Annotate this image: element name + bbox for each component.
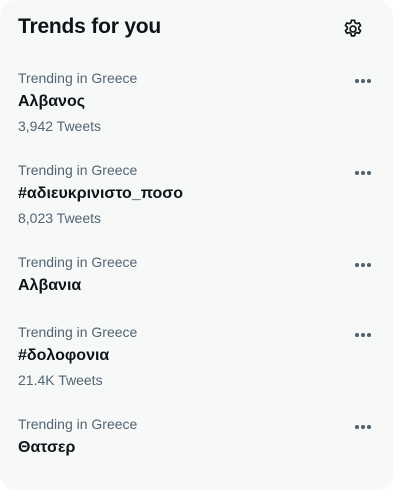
trend-item[interactable]: Trending in Greece Αλβανια: [0, 242, 393, 312]
more-button[interactable]: [350, 325, 376, 345]
trend-item[interactable]: Trending in Greece Θατσερ: [0, 404, 393, 474]
trend-tweet-count: 21.4K Tweets: [18, 372, 103, 388]
gear-icon: [344, 19, 362, 37]
trend-item[interactable]: Trending in Greece #αδιευκρινιστο_ποσο 8…: [0, 150, 393, 242]
more-button[interactable]: [350, 163, 376, 183]
more-horizontal-icon: [355, 333, 359, 337]
trend-name: Αλβανια: [18, 277, 82, 294]
trend-context: Trending in Greece: [18, 70, 138, 86]
more-button[interactable]: [350, 417, 376, 437]
trend-item[interactable]: Trending in Greece #δολοφονια 21.4K Twee…: [0, 312, 393, 404]
more-horizontal-icon: [355, 171, 359, 175]
more-button[interactable]: [350, 255, 376, 275]
trend-name: Αλβανος: [18, 93, 86, 110]
trend-tweet-count: 8,023 Tweets: [18, 210, 102, 226]
trends-title: Trends for you: [18, 15, 162, 38]
trend-context: Trending in Greece: [18, 416, 138, 432]
trend-context: Trending in Greece: [18, 162, 138, 178]
trend-tweet-count: 3,942 Tweets: [18, 118, 102, 134]
trend-name: #αδιευκρινιστο_ποσο: [18, 185, 184, 202]
trend-context: Trending in Greece: [18, 324, 138, 340]
settings-button[interactable]: [340, 16, 366, 42]
more-button[interactable]: [350, 71, 376, 91]
more-horizontal-icon: [355, 263, 359, 267]
trends-header: Trends for you: [0, 0, 393, 58]
trends-panel: Trends for you Trending in Greece Αλβανο…: [0, 0, 393, 490]
more-horizontal-icon: [355, 79, 359, 83]
trend-name: Θατσερ: [18, 439, 76, 456]
more-horizontal-icon: [355, 425, 359, 429]
trend-name: #δολοφονια: [18, 347, 110, 364]
trend-item[interactable]: Trending in Greece Αλβανος 3,942 Tweets: [0, 58, 393, 150]
trend-context: Trending in Greece: [18, 254, 138, 270]
